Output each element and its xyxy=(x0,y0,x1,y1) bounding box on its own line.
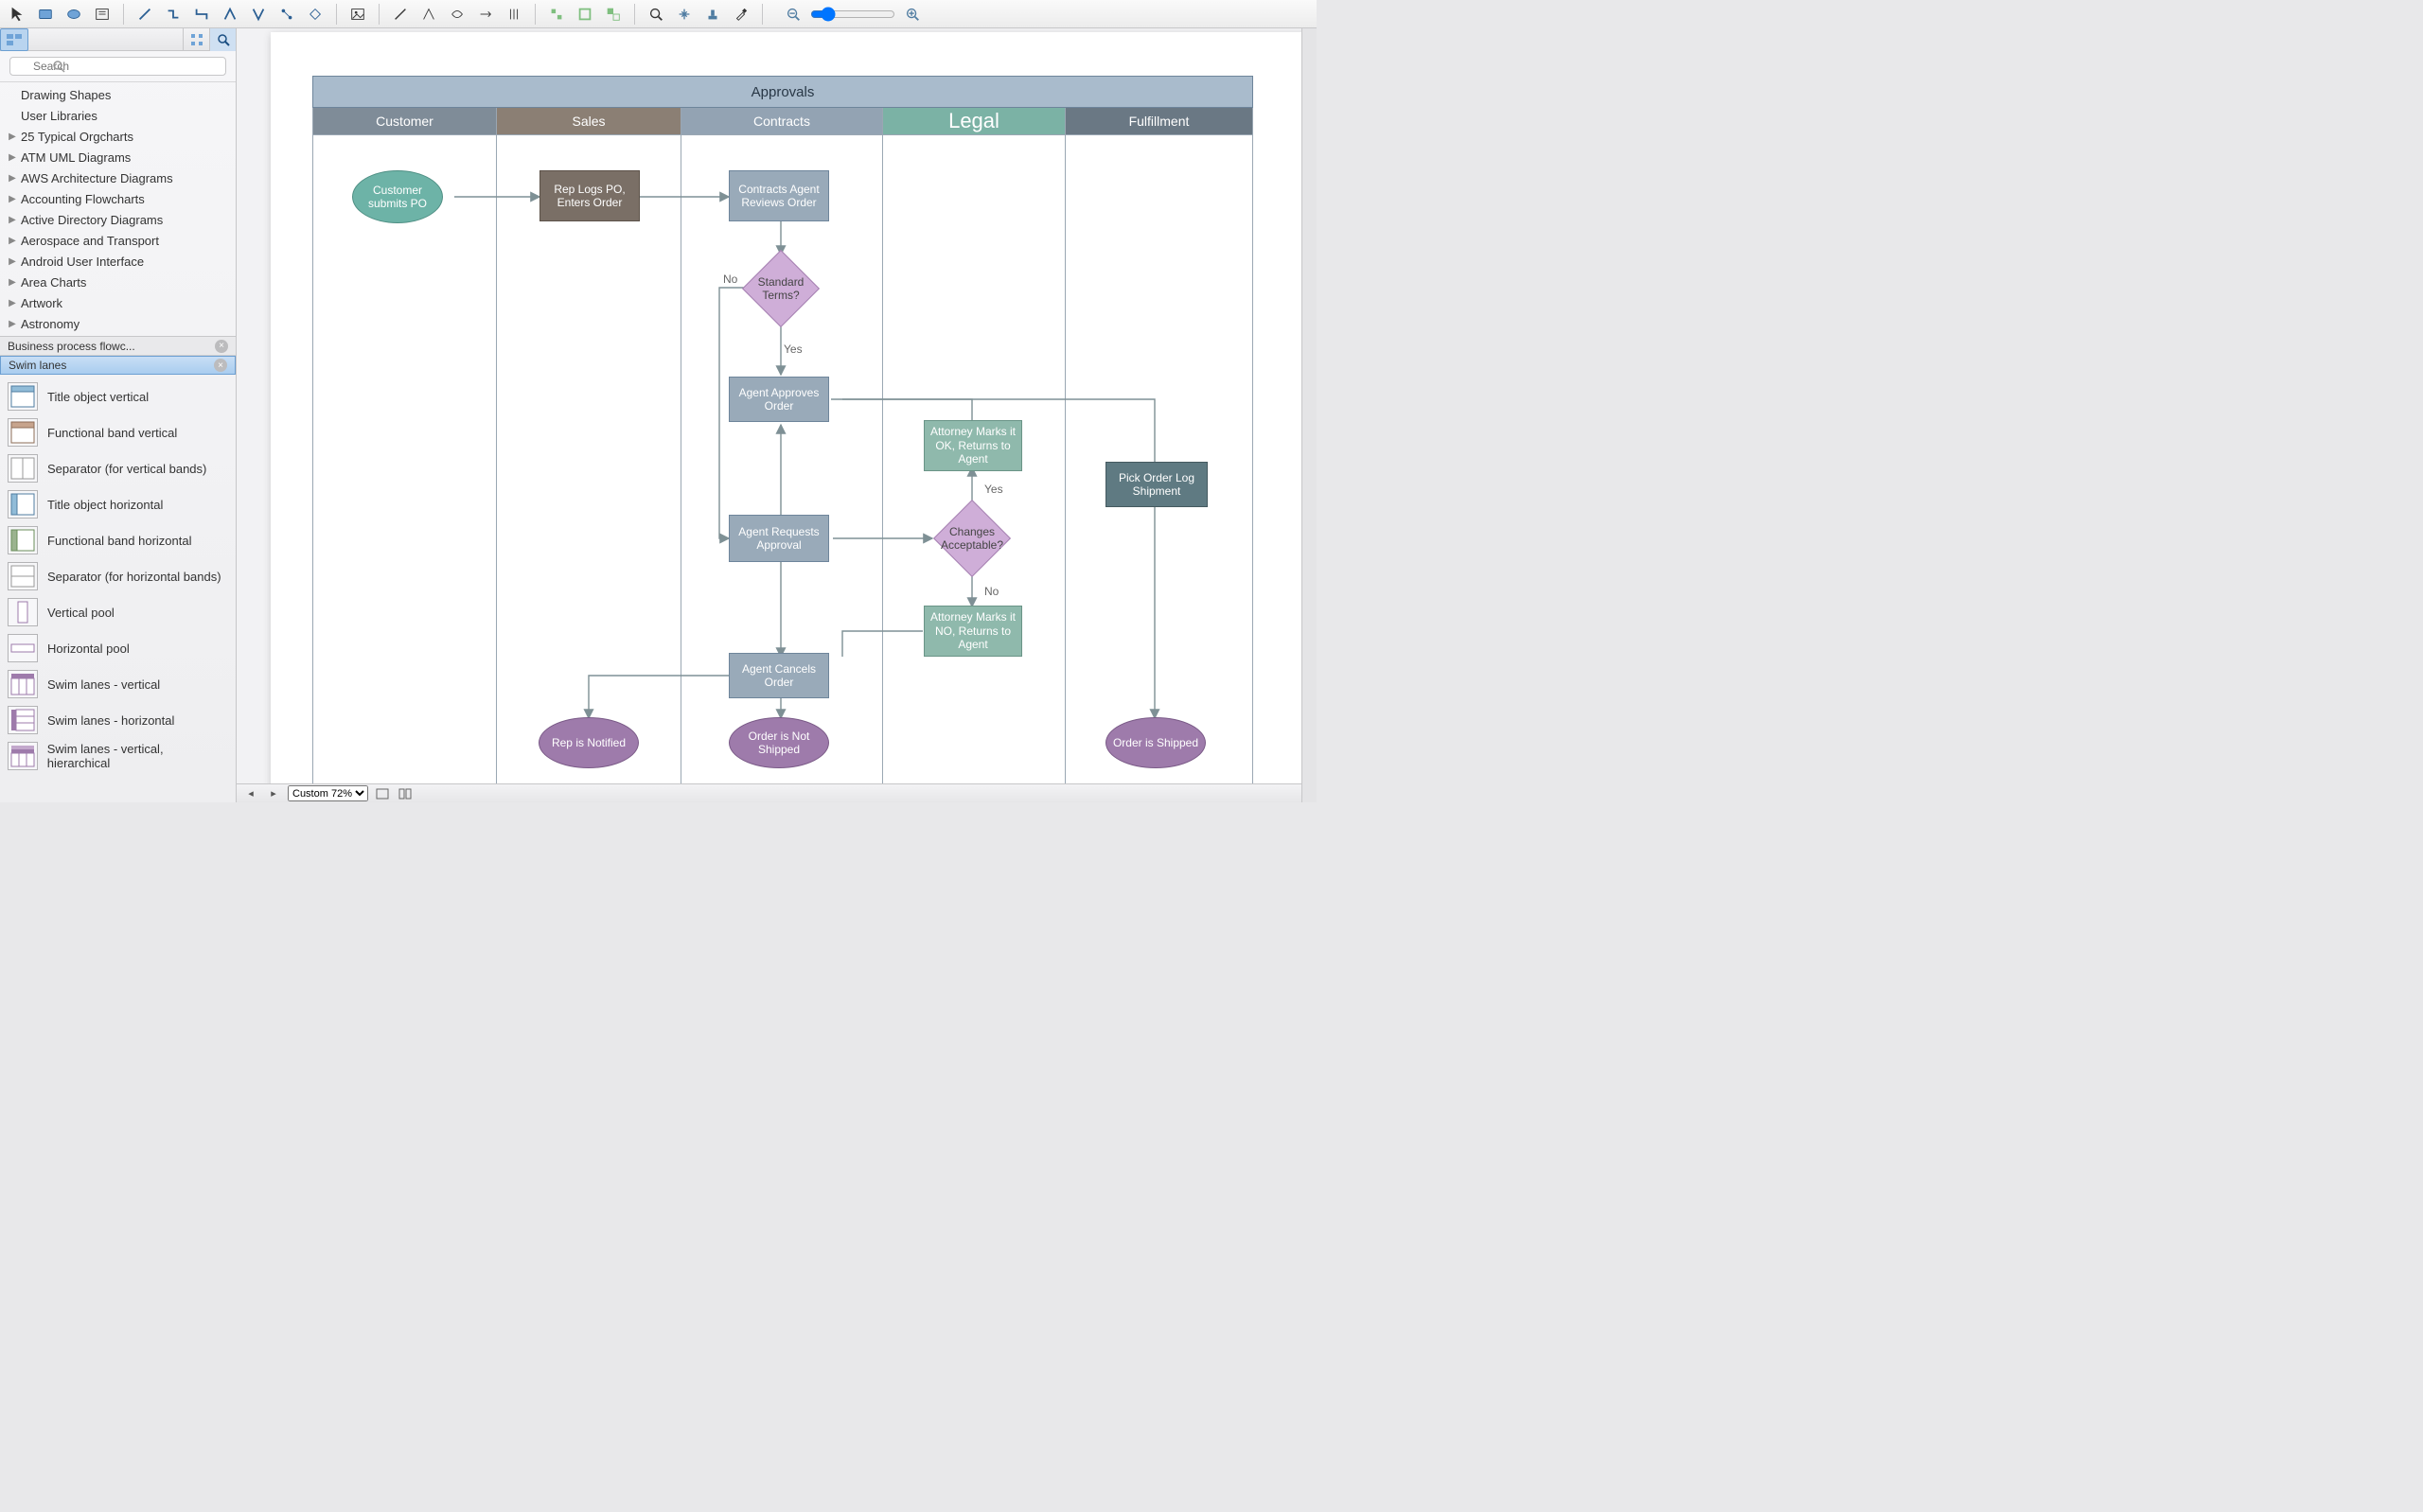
tree-item[interactable]: ▶Active Directory Diagrams xyxy=(0,209,236,230)
stencil-list[interactable]: Title object vertical Functional band ve… xyxy=(0,375,236,802)
zoom-tool[interactable] xyxy=(643,3,669,26)
shape-attorney-no[interactable]: Attorney Marks it NO, Returns to Agent xyxy=(924,606,1022,657)
connector-straight-tool[interactable] xyxy=(132,3,158,26)
page-view-single[interactable] xyxy=(374,786,391,801)
stencil-tab[interactable]: Swim lanes× xyxy=(0,356,236,375)
stencil-item[interactable]: Title object vertical xyxy=(0,378,236,414)
zoom-slider[interactable] xyxy=(810,7,895,22)
text-tool[interactable] xyxy=(89,3,115,26)
line-tool-4[interactable] xyxy=(472,3,499,26)
edge-label-no: No xyxy=(984,585,999,598)
search-view-toggle[interactable] xyxy=(209,28,236,51)
close-icon[interactable]: × xyxy=(214,359,227,372)
shape-agent-cancels[interactable]: Agent Cancels Order xyxy=(729,653,829,698)
tree-item[interactable]: ▶Astronomy xyxy=(0,313,236,334)
stencil-item[interactable]: Vertical pool xyxy=(0,594,236,630)
connector-tool-4[interactable] xyxy=(217,3,243,26)
select-tool[interactable] xyxy=(4,3,30,26)
tree-item[interactable]: ▶25 Typical Orgcharts xyxy=(0,126,236,147)
insert-image-tool[interactable] xyxy=(345,3,371,26)
line-tool-3[interactable] xyxy=(444,3,470,26)
zoom-select[interactable]: Custom 72% xyxy=(288,785,368,801)
tree-item[interactable]: User Libraries xyxy=(0,105,236,126)
app: Drawing Shapes User Libraries ▶25 Typica… xyxy=(0,0,1317,802)
line-tool-1[interactable] xyxy=(387,3,414,26)
tree-item[interactable]: ▶AWS Architecture Diagrams xyxy=(0,167,236,188)
shape-order-not-shipped[interactable]: Order is Not Shipped xyxy=(729,717,829,768)
connector-tool-3[interactable] xyxy=(188,3,215,26)
ellipse-shape-tool[interactable] xyxy=(61,3,87,26)
stencil-item[interactable]: Separator (for vertical bands) xyxy=(0,450,236,486)
status-bar: ◂ ▸ Custom 72% xyxy=(237,783,1301,802)
edge-label-yes: Yes xyxy=(984,483,1003,496)
library-tree[interactable]: Drawing Shapes User Libraries ▶25 Typica… xyxy=(0,82,236,336)
canvas-area: Approvals Customer Sales Contr xyxy=(237,28,1301,802)
connector-elbow-tool[interactable] xyxy=(160,3,186,26)
drawing-page[interactable]: Approvals Customer Sales Contr xyxy=(256,28,1301,783)
edit-tool-2[interactable] xyxy=(572,3,598,26)
shape-rep-notified[interactable]: Rep is Notified xyxy=(539,717,639,768)
edge-label-yes: Yes xyxy=(784,343,803,356)
search-input[interactable] xyxy=(9,57,226,76)
grid-view-toggle[interactable] xyxy=(183,28,209,51)
stencil-item[interactable]: Separator (for horizontal bands) xyxy=(0,558,236,594)
zoom-out-button[interactable] xyxy=(780,3,806,26)
shape-order-shipped[interactable]: Order is Shipped xyxy=(1105,717,1206,768)
canvas-scroll[interactable]: Approvals Customer Sales Contr xyxy=(237,28,1301,783)
shape-attorney-ok[interactable]: Attorney Marks it OK, Returns to Agent xyxy=(924,420,1022,471)
tree-item[interactable]: Drawing Shapes xyxy=(0,84,236,105)
tree-item[interactable]: ▶ATM UML Diagrams xyxy=(0,147,236,167)
shape-customer-po[interactable]: Customer submits PO xyxy=(352,170,443,223)
stencil-tab[interactable]: Business process flowc...× xyxy=(0,337,236,356)
tree-item[interactable]: ▶Accounting Flowcharts xyxy=(0,188,236,209)
tree-item[interactable]: ▶Aerospace and Transport xyxy=(0,230,236,251)
stencil-item[interactable]: Functional band horizontal xyxy=(0,522,236,558)
shape-pick-order[interactable]: Pick Order Log Shipment xyxy=(1105,462,1208,507)
vertical-scrollbar[interactable] xyxy=(1301,28,1317,802)
library-mode-button[interactable] xyxy=(0,28,28,51)
stencil-item[interactable]: Swim lanes - vertical, hierarchical xyxy=(0,738,236,774)
close-icon[interactable]: × xyxy=(215,340,228,353)
shape-rep-logs[interactable]: Rep Logs PO, Enters Order xyxy=(539,170,640,221)
stencil-item[interactable]: Swim lanes - horizontal xyxy=(0,702,236,738)
edge-label-no: No xyxy=(723,273,737,286)
top-toolbar xyxy=(0,0,1317,28)
page-prev-button[interactable]: ◂ xyxy=(242,786,259,801)
stencil-item[interactable]: Functional band vertical xyxy=(0,414,236,450)
tree-item[interactable]: ▶Artwork xyxy=(0,292,236,313)
line-tool-2[interactable] xyxy=(416,3,442,26)
stencil-item[interactable]: Swim lanes - vertical xyxy=(0,666,236,702)
zoom-in-button[interactable] xyxy=(899,3,926,26)
eyedropper-tool[interactable] xyxy=(728,3,754,26)
sidebar: Drawing Shapes User Libraries ▶25 Typica… xyxy=(0,28,237,802)
tree-item[interactable]: ▶Area Charts xyxy=(0,272,236,292)
stamp-tool[interactable] xyxy=(699,3,726,26)
connector-tool-6[interactable] xyxy=(274,3,300,26)
pool-title[interactable]: Approvals xyxy=(312,76,1253,108)
edit-tool-1[interactable] xyxy=(543,3,570,26)
tree-item[interactable]: ▶Android User Interface xyxy=(0,251,236,272)
page-view-multi[interactable] xyxy=(397,786,414,801)
rect-shape-tool[interactable] xyxy=(32,3,59,26)
shape-agent-reviews[interactable]: Contracts Agent Reviews Order xyxy=(729,170,829,221)
page-next-button[interactable]: ▸ xyxy=(265,786,282,801)
connector-tool-7[interactable] xyxy=(302,3,328,26)
connector-tool-5[interactable] xyxy=(245,3,272,26)
edit-tool-3[interactable] xyxy=(600,3,627,26)
stencil-item[interactable]: Title object horizontal xyxy=(0,486,236,522)
shape-agent-approves[interactable]: Agent Approves Order xyxy=(729,377,829,422)
shape-agent-requests[interactable]: Agent Requests Approval xyxy=(729,515,829,562)
line-tool-5[interactable] xyxy=(501,3,527,26)
pan-tool[interactable] xyxy=(671,3,698,26)
search-icon xyxy=(52,60,65,73)
stencil-item[interactable]: Horizontal pool xyxy=(0,630,236,666)
